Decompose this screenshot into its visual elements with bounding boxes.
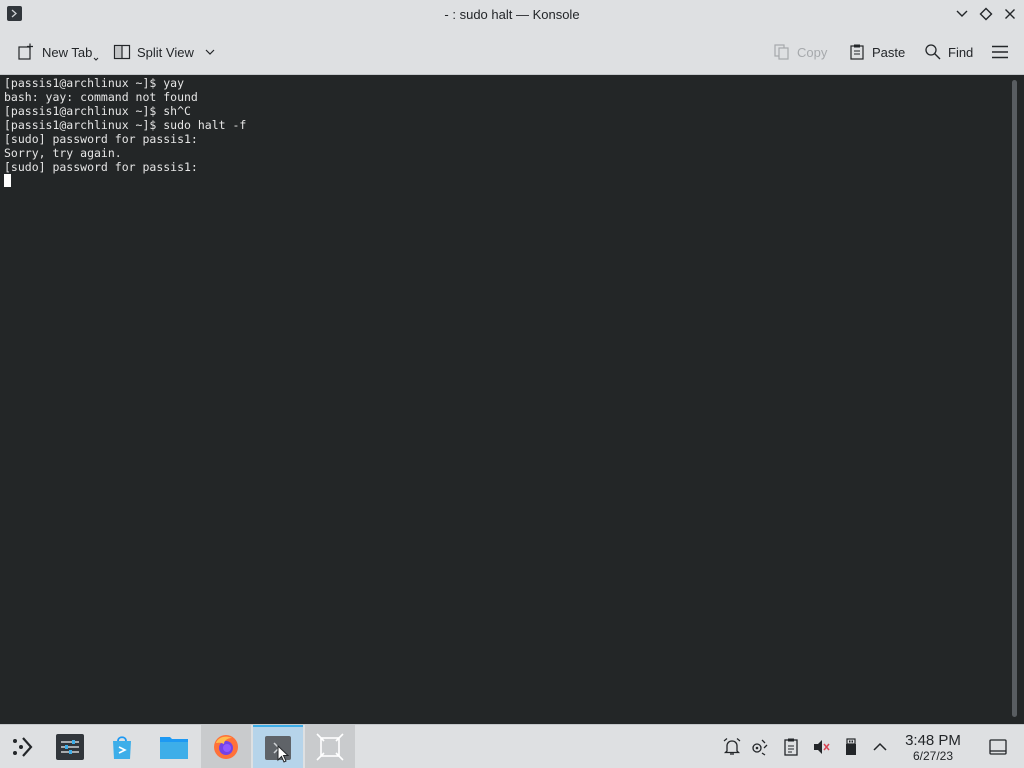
diamond-icon: [979, 7, 993, 21]
clock-date: 6/27/23: [912, 749, 954, 763]
taskbar-firefox[interactable]: [201, 725, 251, 768]
application-launcher-button[interactable]: [0, 725, 44, 768]
taskbar-konsole[interactable]: [253, 725, 303, 768]
chevron-up-icon: [873, 742, 887, 751]
find-label: Find: [948, 44, 974, 60]
find-button[interactable]: Find: [924, 41, 973, 63]
terminal-cursor-line: [4, 174, 1006, 188]
close-icon: [1005, 9, 1015, 19]
mouse-cursor-icon: [277, 745, 290, 763]
tray-clipboard[interactable]: [781, 737, 801, 757]
application-launcher-icon: [13, 737, 33, 757]
taskbar-dolphin[interactable]: [149, 725, 199, 768]
digital-clock[interactable]: 3:48 PM 6/27/23: [896, 732, 970, 763]
system-settings-icon: [56, 734, 84, 760]
network-icon: [752, 739, 768, 756]
terminal-view[interactable]: [passis1@archlinux ~]$ yay bash: yay: co…: [0, 75, 1010, 724]
chevron-down-icon: [956, 10, 968, 17]
window-title: - : sudo halt — Konsole: [444, 7, 580, 22]
paste-icon: [850, 44, 864, 60]
clock-time: 3:48 PM: [905, 732, 961, 749]
terminal-line: bash: yay: command not found: [4, 90, 198, 104]
hamburger-menu-icon: [992, 45, 1008, 59]
terminal-line: Sorry, try again.: [4, 146, 122, 160]
terminal-line: [sudo] password for passis1:: [4, 160, 198, 174]
folder-icon: [160, 737, 188, 759]
maximize-button[interactable]: [977, 5, 995, 23]
new-tab-label: New Tab: [42, 44, 93, 60]
tray-notifications[interactable]: [722, 737, 742, 757]
new-tab-button[interactable]: New Tab: [16, 41, 99, 63]
copy-label: Copy: [797, 44, 828, 60]
taskbar-screenshot-tool[interactable]: [305, 725, 355, 768]
tray-kde-connect[interactable]: [750, 737, 770, 757]
dropdown-arrow-icon: [93, 57, 99, 61]
show-desktop-icon: [989, 739, 1007, 755]
paste-label: Paste: [872, 44, 906, 60]
alarm-bell-icon: [723, 738, 741, 755]
taskbar-discover[interactable]: [97, 725, 147, 768]
copy-button[interactable]: Copy: [773, 41, 827, 63]
terminal-line: [passis1@archlinux ~]$ yay: [4, 76, 185, 90]
text-cursor: [4, 174, 11, 187]
search-icon: [925, 44, 941, 60]
tray-device-notifier[interactable]: [841, 737, 861, 757]
firefox-icon: [214, 735, 238, 759]
screenshot-tool-icon: [316, 733, 344, 761]
terminal-line: [sudo] password for passis1:: [4, 132, 198, 146]
toolbar: New Tab Split View Copy Paste Find: [0, 29, 1024, 75]
copy-icon: [774, 44, 789, 60]
taskbar-system-settings[interactable]: [45, 725, 95, 768]
clipboard-icon: [784, 738, 798, 756]
chevron-down-icon: [205, 49, 215, 55]
tray-volume[interactable]: [811, 737, 831, 757]
title-bar[interactable]: - : sudo halt — Konsole: [0, 0, 1024, 29]
split-view-icon: [113, 44, 131, 60]
terminal-line: [passis1@archlinux ~]$ sudo halt -f: [4, 118, 247, 132]
discover-store-icon: [113, 736, 131, 759]
terminal-line: [passis1@archlinux ~]$ sh^C: [4, 104, 191, 118]
split-view-button[interactable]: Split View: [113, 41, 216, 63]
volume-muted-icon: [814, 740, 830, 754]
paste-button[interactable]: Paste: [848, 41, 905, 63]
close-button[interactable]: [1001, 5, 1019, 23]
minimize-button[interactable]: [953, 5, 971, 23]
usb-drive-icon: [846, 738, 856, 755]
taskbar: 3:48 PM 6/27/23: [0, 724, 1024, 768]
scrollbar-thumb[interactable]: [1012, 80, 1017, 717]
hamburger-menu-button[interactable]: [991, 41, 1009, 63]
split-view-label: Split View: [137, 44, 194, 60]
show-desktop-button[interactable]: [988, 737, 1008, 757]
tray-expand-button[interactable]: [870, 737, 890, 757]
new-tab-icon: [18, 43, 33, 60]
